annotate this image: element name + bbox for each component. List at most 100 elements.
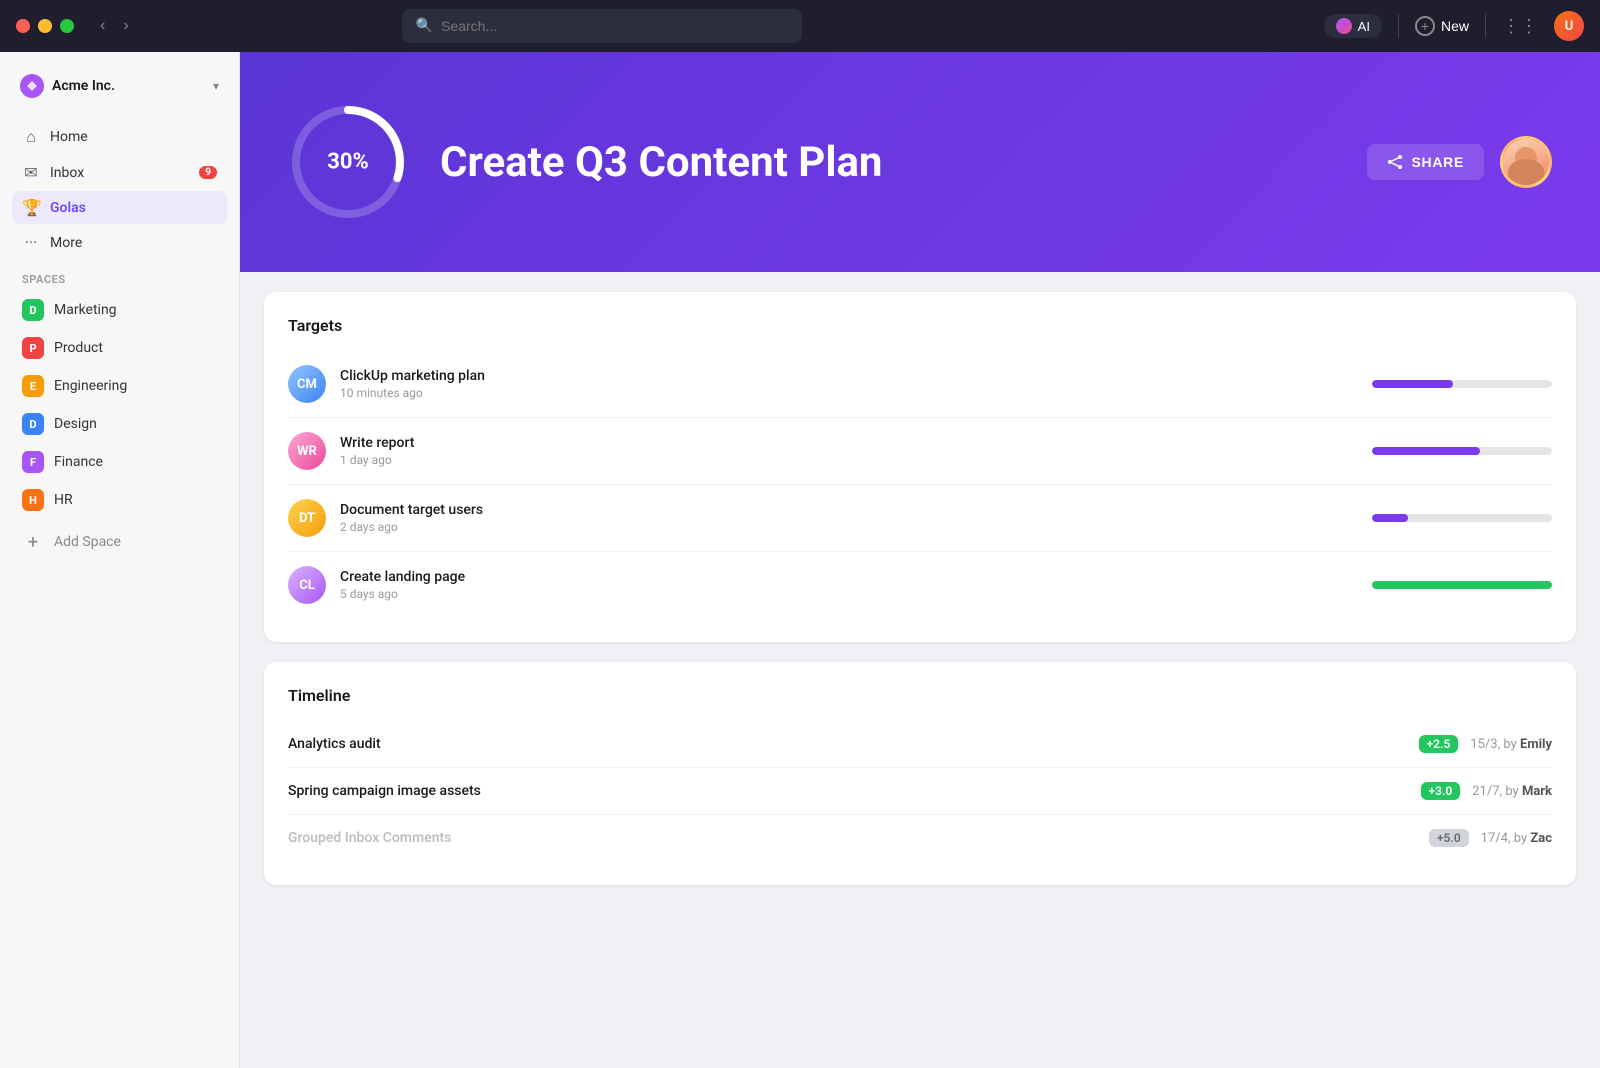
search-input[interactable] [441, 18, 788, 34]
user-avatar-header[interactable] [1500, 136, 1552, 188]
forward-button[interactable]: › [117, 15, 134, 37]
spaces-section-label: Spaces [12, 261, 227, 292]
timeline-person: Zac [1530, 831, 1552, 846]
sidebar-item-engineering[interactable]: E Engineering [12, 368, 227, 404]
titlebar-right: AI + New ⋮⋮ U [1324, 11, 1584, 41]
more-icon: ··· [22, 233, 40, 252]
timeline-date: 17/4, [1481, 831, 1511, 846]
header-actions: SHARE [1367, 136, 1552, 188]
progress-fill [1372, 581, 1552, 589]
sidebar-item-label: Inbox [50, 165, 84, 181]
timeline-tag: +2.5 [1419, 735, 1459, 753]
search-icon: 🔍 [416, 18, 433, 34]
window-controls [16, 19, 74, 33]
timeline-item-name: Spring campaign image assets [288, 783, 1409, 799]
avatar: DT [288, 499, 326, 537]
table-row: CM ClickUp marketing plan 10 minutes ago [288, 351, 1552, 418]
grid-icon[interactable]: ⋮⋮ [1502, 16, 1538, 37]
add-space-button[interactable]: + Add Space [12, 524, 227, 560]
sidebar-item-home[interactable]: ⌂ Home [12, 120, 227, 154]
sidebar-item-inbox[interactable]: ✉ Inbox 9 [12, 156, 227, 189]
space-icon-marketing: D [22, 299, 44, 321]
progress-fill [1372, 447, 1480, 455]
search-bar[interactable]: 🔍 [402, 9, 802, 43]
timeline-date: 15/3, [1470, 737, 1500, 752]
target-time: 2 days ago [340, 520, 1358, 534]
table-row: WR Write report 1 day ago [288, 418, 1552, 485]
progress-percent: 30% [327, 150, 369, 175]
timeline-meta: 17/4, by Zac [1481, 831, 1552, 846]
divider2 [1485, 14, 1486, 38]
target-info: Create landing page 5 days ago [340, 569, 1358, 601]
sidebar-item-marketing[interactable]: D Marketing [12, 292, 227, 328]
list-item: Grouped Inbox Comments +5.0 17/4, by Zac [288, 815, 1552, 861]
table-row: CL Create landing page 5 days ago [288, 552, 1552, 618]
target-name: Create landing page [340, 569, 1358, 585]
close-button[interactable] [16, 19, 30, 33]
avatar: WR [288, 432, 326, 470]
table-row: DT Document target users 2 days ago [288, 485, 1552, 552]
share-label: SHARE [1411, 154, 1464, 170]
sidebar-item-design[interactable]: D Design [12, 406, 227, 442]
main-layout: Acme Inc. ▾ ⌂ Home ✉ Inbox 9 🏆 Golas ···… [0, 52, 1600, 1068]
target-time: 5 days ago [340, 587, 1358, 601]
home-icon: ⌂ [22, 127, 40, 147]
avatar: CM [288, 365, 326, 403]
sidebar-item-more[interactable]: ··· More [12, 226, 227, 259]
timeline-card: Timeline Analytics audit +2.5 15/3, by E… [264, 662, 1576, 885]
sidebar-item-finance[interactable]: F Finance [12, 444, 227, 480]
progress-fill [1372, 514, 1408, 522]
target-name: Document target users [340, 502, 1358, 518]
minimize-button[interactable] [38, 19, 52, 33]
sidebar: Acme Inc. ▾ ⌂ Home ✉ Inbox 9 🏆 Golas ···… [0, 52, 240, 1068]
share-button[interactable]: SHARE [1367, 144, 1484, 180]
workspace-label: Acme Inc. [52, 78, 205, 94]
target-info: ClickUp marketing plan 10 minutes ago [340, 368, 1358, 400]
maximize-button[interactable] [60, 19, 74, 33]
ai-icon [1336, 18, 1352, 34]
user-avatar[interactable]: U [1554, 11, 1584, 41]
inbox-icon: ✉ [22, 163, 40, 182]
space-icon-product: P [22, 337, 44, 359]
goal-header: 30% Create Q3 Content Plan SHARE [240, 52, 1600, 272]
space-icon-design: D [22, 413, 44, 435]
list-item: Spring campaign image assets +3.0 21/7, … [288, 768, 1552, 815]
progress-bar [1372, 447, 1552, 455]
divider [1398, 14, 1399, 38]
target-time: 10 minutes ago [340, 386, 1358, 400]
workspace-name[interactable]: Acme Inc. ▾ [12, 68, 227, 104]
avatar: CL [288, 566, 326, 604]
sidebar-item-hr[interactable]: H HR [12, 482, 227, 518]
target-info: Document target users 2 days ago [340, 502, 1358, 534]
timeline-by: by [1503, 737, 1516, 752]
space-icon-engineering: E [22, 375, 44, 397]
timeline-tag: +5.0 [1429, 829, 1469, 847]
space-label-hr: HR [54, 492, 73, 508]
plus-icon: + [22, 531, 44, 553]
timeline-meta: 21/7, by Mark [1472, 784, 1552, 799]
goals-icon: 🏆 [22, 198, 40, 217]
timeline-person: Emily [1520, 737, 1552, 752]
sidebar-item-label: Golas [50, 200, 86, 216]
workspace-icon [20, 74, 44, 98]
space-label-finance: Finance [54, 454, 103, 470]
targets-card: Targets CM ClickUp marketing plan 10 min… [264, 292, 1576, 642]
new-button[interactable]: + New [1415, 16, 1469, 36]
target-info: Write report 1 day ago [340, 435, 1358, 467]
content-area: 30% Create Q3 Content Plan SHARE [240, 52, 1600, 1068]
timeline-person: Mark [1522, 784, 1552, 799]
space-label-engineering: Engineering [54, 378, 127, 394]
list-item: Analytics audit +2.5 15/3, by Emily [288, 721, 1552, 768]
add-space-label: Add Space [54, 534, 121, 550]
sidebar-item-product[interactable]: P Product [12, 330, 227, 366]
back-button[interactable]: ‹ [94, 15, 111, 37]
timeline-tag: +3.0 [1421, 782, 1461, 800]
timeline-item-name: Analytics audit [288, 736, 1407, 752]
ai-label: AI [1358, 19, 1370, 34]
sidebar-item-label: Home [50, 129, 88, 145]
ai-button[interactable]: AI [1324, 14, 1382, 38]
progress-bar [1372, 380, 1552, 388]
sidebar-item-goals[interactable]: 🏆 Golas [12, 191, 227, 224]
progress-bar [1372, 581, 1552, 589]
space-label-design: Design [54, 416, 97, 432]
